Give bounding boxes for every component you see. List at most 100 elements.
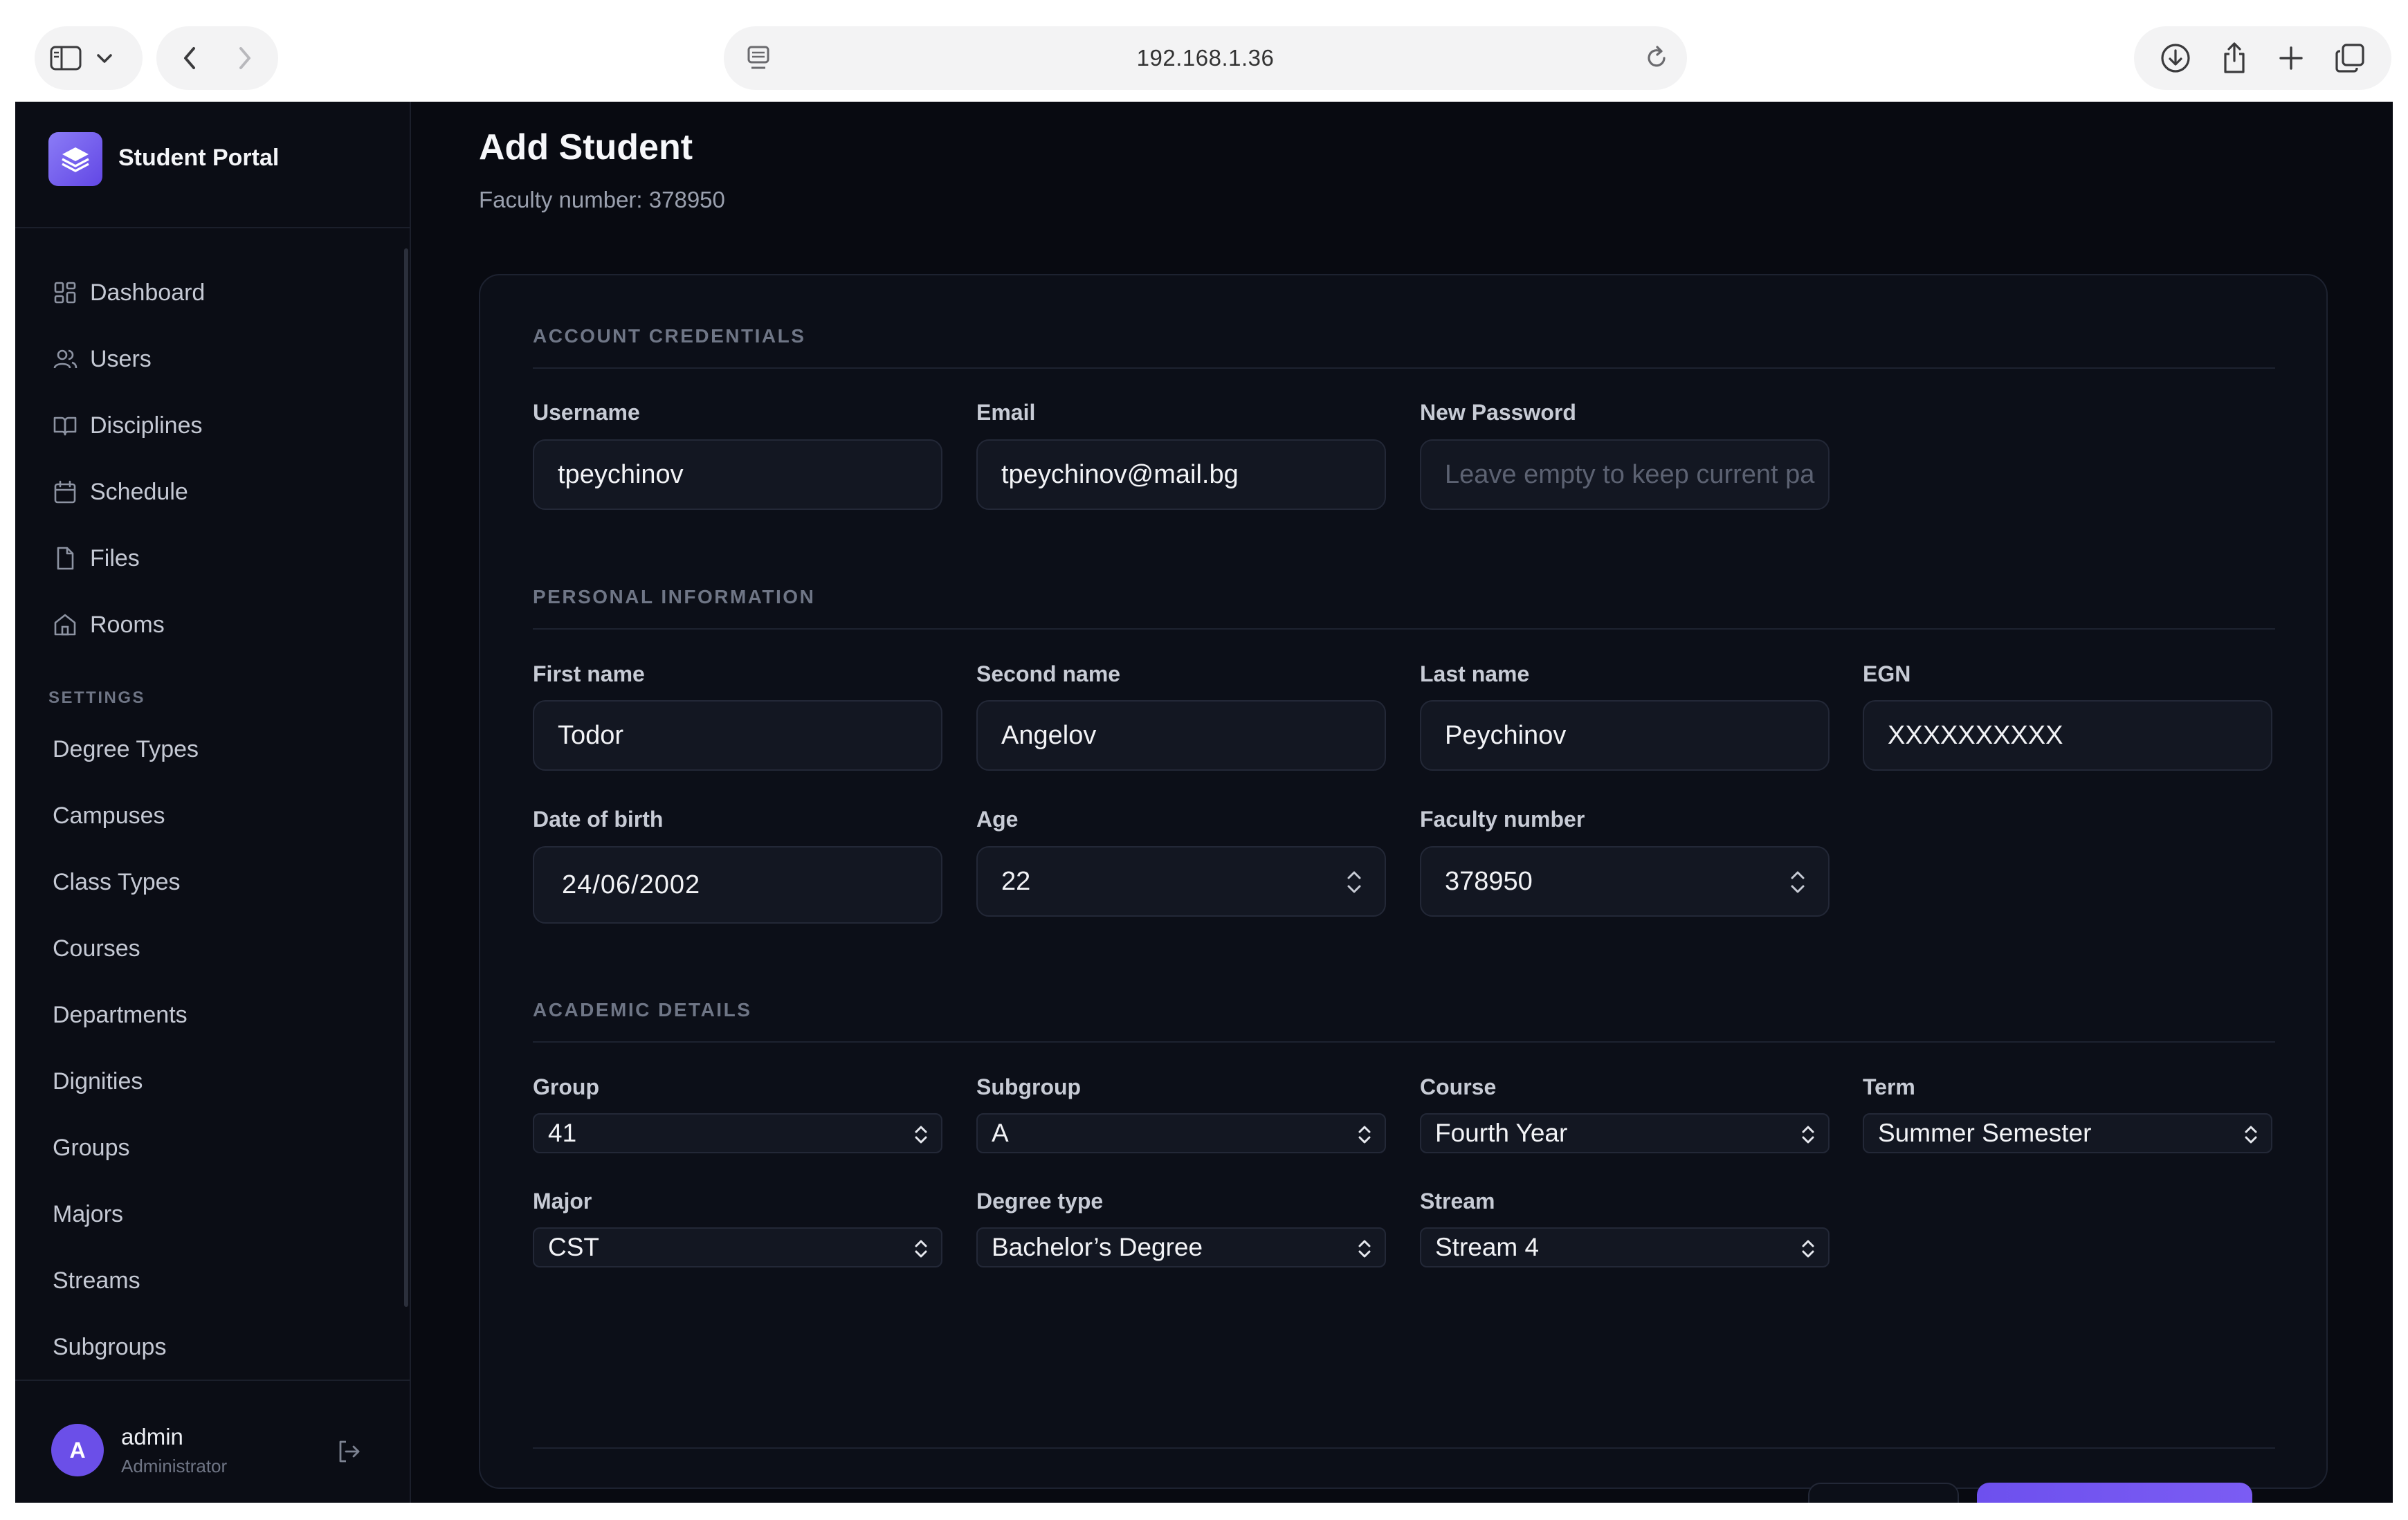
sidebar-item-label: Dashboard xyxy=(90,279,206,306)
share-icon[interactable] xyxy=(2220,42,2248,75)
sidebar-item-dignities[interactable]: Dignities xyxy=(53,1062,371,1101)
new-password-input[interactable]: Leave empty to keep current pa xyxy=(1420,439,1830,510)
sidebar-item-rooms[interactable]: Rooms xyxy=(53,604,371,645)
age-input[interactable]: 22 xyxy=(976,846,1386,917)
sidebar-item-campuses[interactable]: Campuses xyxy=(53,796,371,835)
major-label: Major xyxy=(533,1189,592,1214)
logout-icon[interactable] xyxy=(335,1438,363,1469)
last-name-label: Last name xyxy=(1420,661,1530,686)
footer-divider xyxy=(533,1447,2275,1449)
second-name-input[interactable]: Angelov xyxy=(976,700,1386,771)
sidebar-item-dashboard[interactable]: Dashboard xyxy=(53,272,371,313)
stream-select[interactable]: Stream 4 xyxy=(1420,1227,1830,1267)
browser-toolbar: 192.168.1.36 xyxy=(0,0,2408,102)
sidebar-item-streams[interactable]: Streams xyxy=(53,1261,371,1300)
first-name-label: First name xyxy=(533,661,645,686)
sidebar-item-groups[interactable]: Groups xyxy=(53,1128,371,1167)
user-profile: A admin Administrator xyxy=(15,1380,410,1503)
stepper-icon[interactable] xyxy=(1788,867,1807,904)
sidebar-item-degree-types[interactable]: Degree Types xyxy=(53,730,371,769)
course-label: Course xyxy=(1420,1074,1497,1099)
subgroup-label: Subgroup xyxy=(976,1074,1082,1099)
page-menu-icon[interactable] xyxy=(745,43,772,77)
brand[interactable]: Student Portal xyxy=(15,102,410,228)
first-name-input[interactable]: Todor xyxy=(533,700,942,771)
divider xyxy=(533,1041,2275,1043)
download-icon[interactable] xyxy=(2160,42,2191,74)
user-name: admin xyxy=(121,1424,183,1449)
user-role: Administrator xyxy=(121,1456,228,1476)
tabs-overview-icon[interactable] xyxy=(2334,42,2366,74)
cancel-button[interactable]: Cancel xyxy=(1808,1483,1959,1503)
major-value: CST xyxy=(548,1233,599,1261)
sidebar-item-label: Schedule xyxy=(90,478,188,505)
layers-logo-icon xyxy=(48,132,102,186)
major-select[interactable]: CST xyxy=(533,1227,942,1267)
sidebar-scrollbar[interactable] xyxy=(404,248,408,1307)
sidebar-item-files[interactable]: Files xyxy=(53,538,371,579)
sidebar-item-subgroups[interactable]: Subgroups xyxy=(53,1328,371,1366)
sidebar-item-disciplines[interactable]: Disciplines xyxy=(53,405,371,446)
browser-actions xyxy=(2134,26,2391,90)
faculty-number-input[interactable]: 378950 xyxy=(1420,846,1830,917)
faculty-number-label: Faculty number xyxy=(1420,807,1585,832)
create-student-button[interactable]: Create Student xyxy=(1977,1483,2252,1503)
degree-type-select[interactable]: Bachelor’s Degree xyxy=(976,1227,1386,1267)
select-chevron-icon xyxy=(1356,1236,1374,1268)
sidebar: Student Portal Dashboard Users Disciplin… xyxy=(15,102,411,1503)
chevron-down-icon[interactable] xyxy=(95,51,113,65)
sidebar-item-users[interactable]: Users xyxy=(53,338,371,380)
date-of-birth-label: Date of birth xyxy=(533,807,664,832)
forward-icon[interactable] xyxy=(234,44,255,72)
section-account-credentials: ACCOUNT CREDENTIALS xyxy=(533,325,806,347)
select-chevron-icon xyxy=(912,1121,930,1154)
new-password-label: New Password xyxy=(1420,400,1576,425)
sidebar-toggle-group[interactable] xyxy=(35,26,143,90)
sidebar-item-class-types[interactable]: Class Types xyxy=(53,863,371,901)
book-icon xyxy=(53,416,77,436)
back-icon[interactable] xyxy=(180,44,201,72)
egn-input[interactable]: XXXXXXXXXX xyxy=(1863,700,2272,771)
divider xyxy=(533,628,2275,630)
page-subtitle: Faculty number: 378950 xyxy=(479,187,725,212)
email-input[interactable]: tpeychinov@mail.bg xyxy=(976,439,1386,510)
avatar[interactable]: A xyxy=(51,1424,104,1476)
select-chevron-icon xyxy=(2242,1121,2260,1154)
reload-icon[interactable] xyxy=(1643,43,1670,77)
new-tab-icon[interactable] xyxy=(2277,44,2305,72)
subgroup-value: A xyxy=(992,1119,1009,1147)
egn-label: EGN xyxy=(1863,661,1911,686)
stepper-icon[interactable] xyxy=(1344,867,1364,904)
file-icon xyxy=(57,547,74,570)
select-chevron-icon xyxy=(912,1236,930,1268)
app-window: Student Portal Dashboard Users Disciplin… xyxy=(15,102,2393,1503)
term-label: Term xyxy=(1863,1074,1915,1099)
course-select[interactable]: Fourth Year xyxy=(1420,1113,1830,1153)
stream-value: Stream 4 xyxy=(1435,1233,1540,1261)
date-of-birth-input[interactable]: 24/06/2002 xyxy=(533,846,942,924)
select-chevron-icon xyxy=(1356,1121,1374,1154)
sidebar-item-departments[interactable]: Departments xyxy=(53,996,371,1034)
sidebar-toggle-icon[interactable] xyxy=(50,44,82,72)
subgroup-select[interactable]: A xyxy=(976,1113,1386,1153)
age-label: Age xyxy=(976,807,1019,832)
sidebar-item-schedule[interactable]: Schedule xyxy=(53,471,371,513)
email-label: Email xyxy=(976,400,1036,425)
group-select[interactable]: 41 xyxy=(533,1113,942,1153)
sidebar-item-courses[interactable]: Courses xyxy=(53,929,371,968)
student-form: ACCOUNT CREDENTIALS Username tpeychinov … xyxy=(479,274,2328,1503)
divider xyxy=(533,367,2275,369)
term-select[interactable]: Summer Semester xyxy=(1863,1113,2272,1153)
sidebar-item-majors[interactable]: Majors xyxy=(53,1195,371,1234)
term-value: Summer Semester xyxy=(1878,1119,2092,1147)
sidebar-item-label: Users xyxy=(90,345,152,372)
users-icon xyxy=(53,349,77,369)
url-text[interactable]: 192.168.1.36 xyxy=(1137,45,1275,71)
last-name-input[interactable]: Peychinov xyxy=(1420,700,1830,771)
username-label: Username xyxy=(533,400,640,425)
section-personal-information: PERSONAL INFORMATION xyxy=(533,586,816,607)
username-input[interactable]: tpeychinov xyxy=(533,439,942,510)
grid-icon xyxy=(54,282,76,304)
address-bar[interactable]: 192.168.1.36 xyxy=(724,26,1687,90)
second-name-label: Second name xyxy=(976,661,1121,686)
